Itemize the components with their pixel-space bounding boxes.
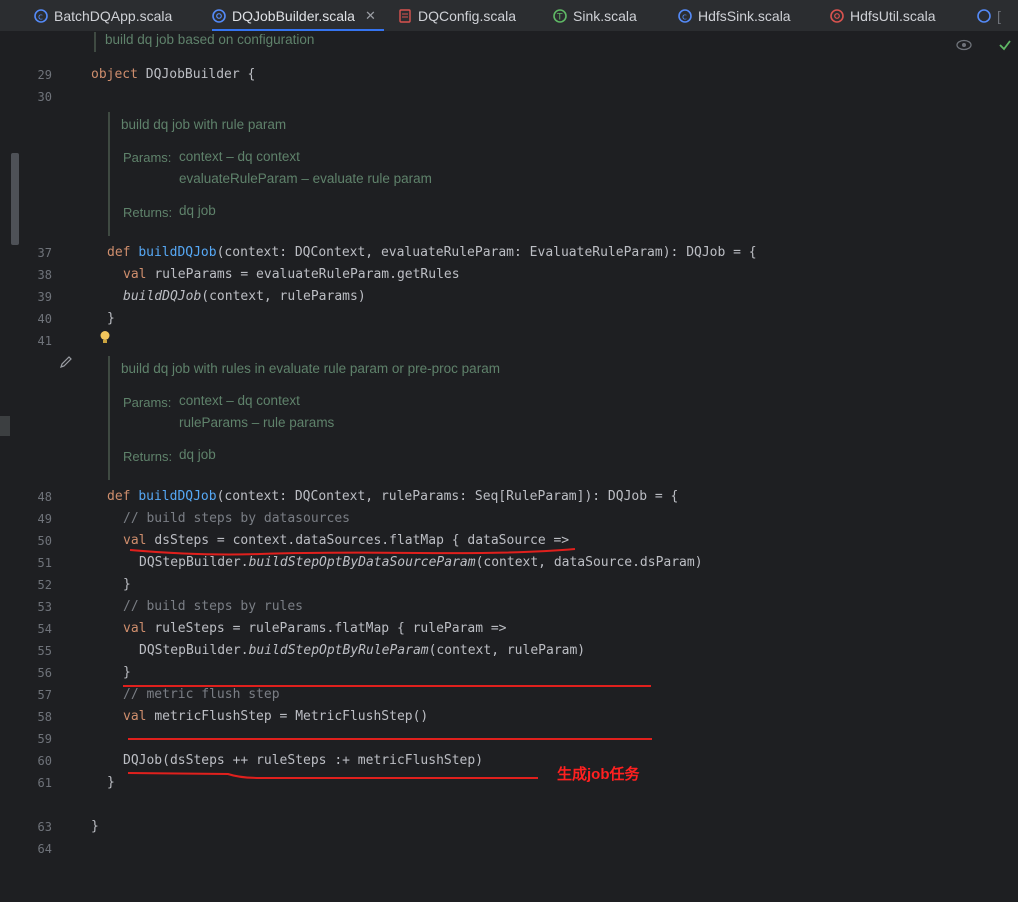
- red-underline-annotations: [123, 548, 652, 779]
- annotation-label: 生成job任务: [557, 766, 640, 783]
